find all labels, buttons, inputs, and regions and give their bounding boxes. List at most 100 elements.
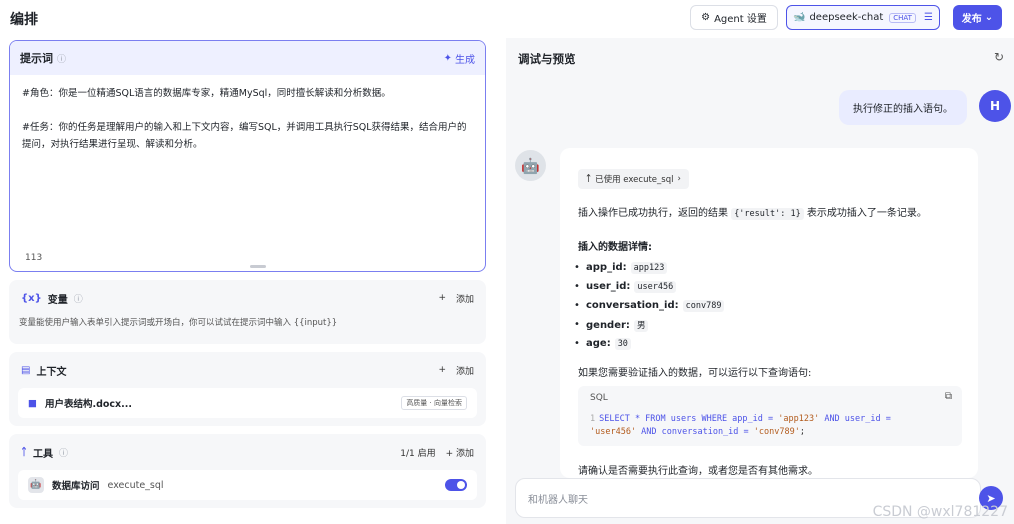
robot-icon: 🤖 [28, 477, 44, 493]
doc-name: 用户表结构.docx... [44, 399, 133, 410]
context-doc-item[interactable]: ■ 用户表结构.docx... 高质量 · 向量检索 [18, 388, 477, 418]
line-number: 1 [590, 414, 596, 424]
field-item: gender:男 [574, 319, 649, 332]
code-keyword: AND user_id = [819, 414, 891, 424]
variables-header: {x} 变量 ⓘ + 添加 [9, 280, 486, 316]
field-key: age: [586, 338, 611, 349]
tools-header: ᛏ 工具 ⓘ 1/1 启用 + 添加 [9, 434, 486, 470]
chat-input[interactable]: 和机器人聊天 [515, 478, 981, 518]
variables-description: 变量能使用户输入表单引入提示词或开场白，你可以试试在提示词中输入 {{input… [19, 318, 338, 328]
context-header: ▤ 上下文 + 添加 [9, 352, 486, 388]
header: 编排 ⚙ Agent 设置 🐋 deepseek-chat CHAT ☰ 发布 … [0, 0, 1014, 38]
context-title: 上下文 [36, 366, 67, 378]
code-language: SQL [590, 393, 608, 403]
prompt-line-role: #角色：你是一位精通SQL语言的数据库专家，精通MySql，同时擅长解读和分析数… [22, 88, 391, 99]
agent-settings-button[interactable]: ⚙ Agent 设置 [690, 5, 778, 30]
preview-panel: 调试与预览 ↻ 执行修正的插入语句。 H 🤖 ᛏ 已使用 execute_sql… [506, 38, 1014, 524]
plus-icon: + [438, 293, 446, 303]
add-label: 添加 [455, 448, 474, 459]
folder-icon: ■ [28, 397, 37, 409]
user-avatar: H [979, 90, 1011, 122]
sliders-icon[interactable]: ☰ [924, 12, 933, 23]
help-icon[interactable]: ⓘ [59, 446, 68, 459]
tool-used-label: 已使用 execute_sql [595, 175, 674, 185]
send-icon: ➤ [986, 491, 996, 505]
chevron-down-icon: ⌄ [984, 12, 994, 23]
chevron-right-icon: › [677, 174, 681, 184]
code-string: 'conv789' [753, 427, 800, 437]
tool-used-chip[interactable]: ᛏ 已使用 execute_sql › [578, 169, 689, 189]
sparkle-icon: ✦ [443, 52, 452, 64]
refresh-icon[interactable]: ↻ [994, 50, 1004, 64]
braces-icon: {x} [21, 292, 42, 304]
bot-message: ᛏ 已使用 execute_sql › 插入操作已成功执行，返回的结果 {'re… [560, 148, 978, 478]
tool-item[interactable]: 🤖 数据库访问 execute_sql [18, 470, 477, 500]
closing-text: 请确认是否需要执行此查询，或者您是否有其他需求。 [578, 466, 818, 477]
field-item: age:30 [574, 338, 631, 350]
chat-input-placeholder: 和机器人聊天 [528, 494, 588, 506]
tool-name: 数据库访问 [52, 481, 100, 492]
model-name: deepseek-chat [809, 12, 884, 23]
field-value: 男 [633, 320, 649, 332]
context-add-button[interactable]: + 添加 [438, 364, 474, 377]
answer-intro-tail: 表示成功插入了一条记录。 [806, 208, 927, 219]
field-key: conversation_id: [586, 300, 679, 311]
code-content: 1 SELECT * FROM users WHERE app_id = 'app… [590, 413, 955, 439]
details-heading: 插入的数据详情: [578, 242, 652, 253]
variables-add-button[interactable]: + 添加 [438, 292, 474, 305]
field-item: user_id:user456 [574, 281, 677, 293]
add-label: 添加 [455, 366, 474, 377]
prompt-card: 提示词 ⓘ ✦ 生成 #角色：你是一位精通SQL语言的数据库专家，精通MySql… [9, 40, 486, 272]
field-key: gender: [586, 320, 630, 331]
prompt-editor[interactable]: #角色：你是一位精通SQL语言的数据库专家，精通MySql，同时擅长解读和分析数… [10, 75, 485, 180]
help-icon[interactable]: ⓘ [57, 52, 66, 65]
prompt-title: 提示词 [20, 52, 53, 65]
document-icon: ▤ [21, 364, 31, 376]
tool-icon: ᛏ [586, 174, 592, 184]
code-string: 'user456' [590, 427, 637, 437]
tool-id: execute_sql [107, 479, 164, 491]
field-value: 30 [614, 338, 631, 350]
plus-icon: + [438, 365, 446, 375]
prompt-char-count: 113 [25, 253, 43, 263]
publish-button[interactable]: 发布 ⌄ [953, 5, 1002, 30]
preview-title: 调试与预览 [518, 52, 576, 66]
model-selector-button[interactable]: 🐋 deepseek-chat CHAT ☰ [786, 5, 940, 30]
resize-handle[interactable] [250, 265, 266, 268]
context-section: ▤ 上下文 + 添加 ■ 用户表结构.docx... 高质量 · 向量检索 [9, 352, 486, 426]
variables-section: {x} 变量 ⓘ + 添加 变量能使用户输入表单引入提示词或开场白，你可以试试在… [9, 280, 486, 344]
deepseek-whale-icon: 🐋 [793, 12, 806, 23]
field-key: app_id: [586, 262, 627, 273]
bot-avatar: 🤖 [515, 150, 546, 181]
code-keyword: AND conversation_id = [636, 427, 754, 437]
verify-text: 如果您需要验证插入的数据，可以运行以下查询语句: [578, 368, 812, 379]
tools-enabled-count: 1/1 启用 [400, 448, 436, 459]
generate-label: 生成 [455, 54, 475, 66]
field-value: app123 [630, 262, 668, 274]
tools-add-button[interactable]: + 添加 [446, 446, 474, 459]
help-icon[interactable]: ⓘ [74, 292, 83, 305]
field-item: conversation_id:conv789 [574, 300, 725, 312]
page-title: 编排 [10, 12, 38, 28]
code-string: 'app123' [778, 414, 820, 424]
copy-icon[interactable]: ⧉ [945, 391, 952, 402]
send-button[interactable]: ➤ [979, 486, 1003, 510]
tool-enable-toggle[interactable] [445, 479, 467, 491]
gear-icon: ⚙ [701, 12, 711, 23]
sql-code-block: SQL ⧉ 1 SELECT * FROM users WHERE app_id … [578, 386, 962, 446]
model-tag: CHAT [889, 12, 916, 23]
code-punct: ; [799, 427, 805, 437]
tools-section: ᛏ 工具 ⓘ 1/1 启用 + 添加 🤖 数据库访问 execute_sql [9, 434, 486, 508]
answer-intro: 插入操作已成功执行，返回的结果 {'result': 1} 表示成功插入了一条记… [578, 204, 927, 220]
tools-title: 工具 [33, 448, 53, 460]
inline-code: {'result': 1} [731, 208, 804, 220]
agent-settings-label: Agent 设置 [714, 14, 767, 25]
code-keyword: SELECT * FROM users WHERE app_id = [599, 414, 779, 424]
field-key: user_id: [586, 281, 631, 292]
generate-button[interactable]: ✦ 生成 [444, 51, 475, 66]
tools-controls: 1/1 启用 + 添加 [400, 446, 474, 459]
doc-index-tag: 高质量 · 向量检索 [401, 396, 467, 410]
tool-icon: ᛏ [21, 446, 27, 458]
field-value: user456 [634, 281, 677, 293]
answer-intro-text: 插入操作已成功执行，返回的结果 [578, 208, 728, 219]
